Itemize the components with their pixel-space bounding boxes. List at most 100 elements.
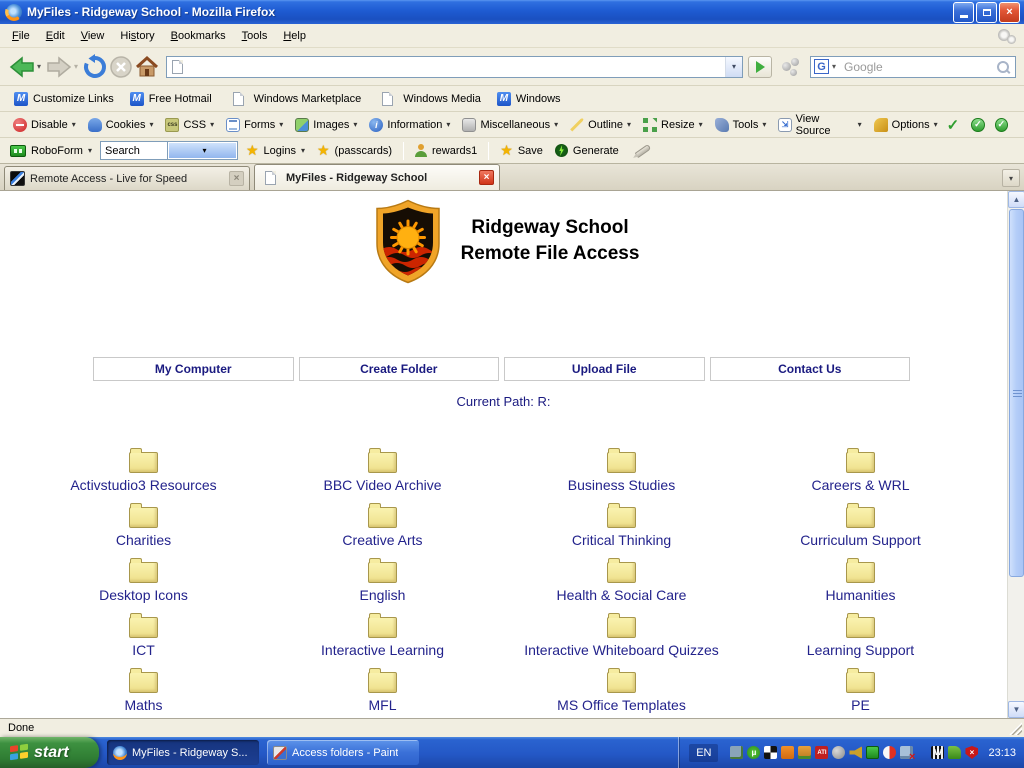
roboform-tray-icon[interactable] [866, 746, 880, 759]
menu-help[interactable]: Help [275, 26, 314, 46]
ati-icon[interactable]: ATI [815, 746, 829, 759]
scroll-down-icon[interactable]: ▼ [1008, 701, 1024, 718]
webdev-cookies[interactable]: Cookies ▾ [83, 115, 159, 135]
stop-button[interactable] [108, 52, 134, 82]
clock[interactable]: 23:13 [988, 747, 1016, 759]
tab-close-icon[interactable]: × [479, 170, 494, 185]
search-input[interactable]: Google [840, 60, 997, 74]
close-button[interactable]: × [999, 1, 1020, 23]
webdev-options[interactable]: Options ▾ [869, 115, 943, 135]
folder-item[interactable]: MFL [263, 663, 502, 718]
resize-grip[interactable] [1009, 722, 1022, 735]
home-button[interactable] [134, 52, 160, 82]
folder-item[interactable]: Learning Support [741, 608, 980, 663]
flash-icon[interactable] [883, 746, 897, 759]
folder-item[interactable]: English [263, 553, 502, 608]
webdev-resize[interactable]: Resize ▾ [638, 115, 708, 135]
bookmark-windows-media[interactable]: Windows Media [371, 89, 487, 109]
webdev-miscellaneous[interactable]: Miscellaneous ▾ [457, 115, 563, 135]
taskbar-item-firefox[interactable]: MyFiles - Ridgeway S... [107, 740, 259, 765]
display-signal-icon[interactable] [730, 746, 744, 759]
start-button[interactable]: start [0, 737, 99, 768]
folder-item[interactable]: MS Office Templates [502, 663, 741, 718]
tab-myfiles[interactable]: MyFiles - Ridgeway School × [254, 164, 500, 190]
my-computer-button[interactable]: My Computer [93, 357, 294, 381]
menu-bookmarks[interactable]: Bookmarks [163, 26, 234, 46]
search-engine-dropdown[interactable]: ▾ [832, 62, 836, 71]
menu-history[interactable]: History [112, 26, 162, 46]
menu-edit[interactable]: Edit [38, 26, 73, 46]
java-update-icon[interactable] [798, 746, 812, 759]
webdev-tools[interactable]: Tools ▾ [710, 115, 772, 135]
reload-button[interactable] [82, 52, 108, 82]
folder-item[interactable]: Careers & WRL [741, 443, 980, 498]
create-folder-button[interactable]: Create Folder [298, 357, 499, 381]
watchguard-icon[interactable]: W [931, 746, 945, 759]
search-box[interactable]: G ▾ Google [810, 55, 1016, 78]
roboform-menu[interactable]: RoboForm ▾ [6, 143, 96, 159]
extension-molecule-icon[interactable] [782, 57, 800, 76]
form-filler-pencil-icon[interactable] [634, 143, 652, 158]
vertical-scrollbar[interactable]: ▲ ▼ [1007, 191, 1024, 718]
language-indicator[interactable]: EN [689, 743, 719, 762]
folder-item[interactable]: Business Studies [502, 443, 741, 498]
bookmark-customize-links[interactable]: M Customize Links [8, 89, 120, 109]
folder-item[interactable]: Curriculum Support [741, 498, 980, 553]
roboform-logins[interactable]: ★ Logins ▾ [242, 140, 309, 161]
webdev-outline[interactable]: Outline ▾ [565, 115, 636, 135]
webdev-css[interactable]: css CSS ▾ [160, 115, 219, 135]
minimize-button[interactable] [953, 1, 974, 23]
folder-item[interactable]: Humanities [741, 553, 980, 608]
menu-view[interactable]: View [73, 26, 113, 46]
volume-icon[interactable] [849, 746, 863, 759]
webdev-images[interactable]: Images ▾ [290, 115, 362, 135]
restore-button[interactable] [976, 1, 997, 23]
menu-tools[interactable]: Tools [234, 26, 276, 46]
google-engine-icon[interactable]: G [814, 59, 829, 74]
address-dropdown[interactable]: ▾ [725, 56, 742, 77]
tab-list-dropdown[interactable]: ▾ [1002, 169, 1020, 187]
checkerboard-icon[interactable] [764, 746, 778, 759]
search-magnifier-icon[interactable] [997, 60, 1009, 73]
webdev-view-source[interactable]: ⇲ View Source ▾ [773, 110, 866, 140]
forward-history-dropdown[interactable]: ▾ [74, 62, 78, 71]
upload-file-button[interactable]: Upload File [504, 357, 705, 381]
bookmark-free-hotmail[interactable]: M Free Hotmail [124, 89, 218, 109]
bookmark-windows-marketplace[interactable]: Windows Marketplace [222, 89, 368, 109]
css-valid-icon[interactable]: ✓ [971, 117, 985, 132]
scrollbar-thumb[interactable] [1009, 209, 1024, 577]
webdev-disable[interactable]: Disable ▾ [8, 115, 81, 135]
webdev-information[interactable]: i Information ▾ [364, 115, 455, 135]
forward-button[interactable] [45, 52, 73, 82]
folder-item[interactable]: Critical Thinking [502, 498, 741, 553]
folder-item[interactable]: Activstudio3 Resources [24, 443, 263, 498]
tab-close-icon[interactable]: × [229, 171, 244, 186]
combo-dropdown-icon[interactable]: ▾ [166, 141, 238, 160]
folder-item[interactable]: PE [741, 663, 980, 718]
folder-item[interactable]: Desktop Icons [24, 553, 263, 608]
utorrent-icon[interactable]: μ [747, 746, 761, 759]
folder-item[interactable]: Maths [24, 663, 263, 718]
folder-item[interactable]: Charities [24, 498, 263, 553]
java-icon[interactable] [781, 746, 795, 759]
menu-file[interactable]: File [4, 26, 38, 46]
tab-remote-access[interactable]: Remote Access - Live for Speed × [4, 166, 250, 190]
folder-item[interactable]: Health & Social Care [502, 553, 741, 608]
back-history-dropdown[interactable]: ▾ [37, 62, 41, 71]
go-button[interactable] [748, 55, 772, 78]
roboform-generate[interactable]: Generate [551, 142, 623, 159]
folder-item[interactable]: Interactive Whiteboard Quizzes [502, 608, 741, 663]
roboform-rewards[interactable]: rewards1 [411, 142, 481, 159]
address-bar[interactable]: ▾ [166, 55, 743, 78]
folder-item[interactable]: ICT [24, 608, 263, 663]
back-button[interactable] [8, 52, 36, 82]
globe-icon[interactable] [832, 746, 846, 759]
security-alert-icon[interactable]: × [965, 746, 979, 759]
scroll-up-icon[interactable]: ▲ [1008, 191, 1024, 208]
folder-item[interactable]: BBC Video Archive [263, 443, 502, 498]
taskbar-item-paint[interactable]: Access folders - Paint [267, 740, 419, 765]
js-valid-icon[interactable]: ✓ [994, 117, 1008, 132]
roboform-save[interactable]: ★ Save [496, 140, 547, 161]
contact-us-button[interactable]: Contact Us [709, 357, 910, 381]
folder-item[interactable]: Interactive Learning [263, 608, 502, 663]
